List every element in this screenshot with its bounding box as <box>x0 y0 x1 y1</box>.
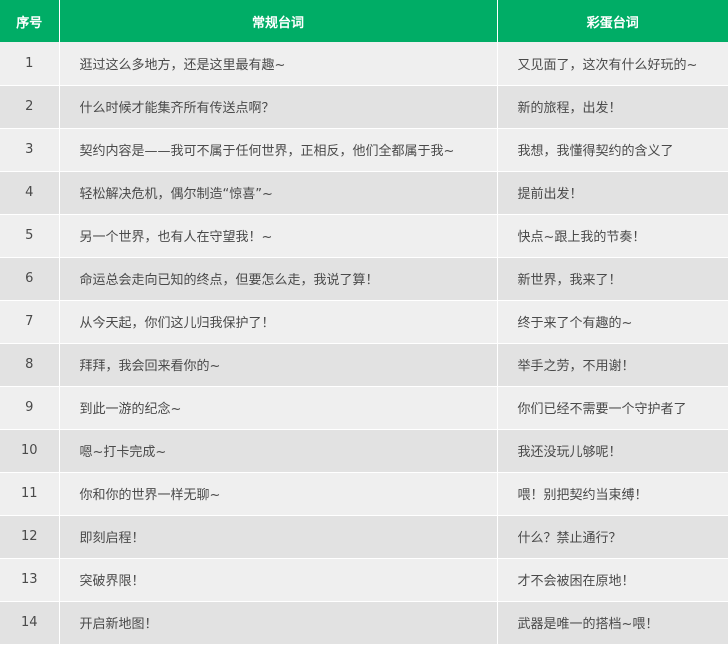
row-number: 10 <box>0 429 60 473</box>
easter-egg-line: 喂！别把契约当束缚！ <box>497 472 728 516</box>
table-body: 1 逛过这么多地方，还是这里最有趣~ 又见面了，这次有什么好玩的~ 2 什么时候才能集齐… <box>0 42 728 645</box>
row-number: 6 <box>0 257 60 301</box>
table-row: 14 开启新地图！ 武器是唯一的搭档~喂！ <box>0 601 728 645</box>
normal-line: 即刻启程！ <box>59 515 498 559</box>
normal-line: 你和你的世界一样无聊~ <box>59 472 498 516</box>
table-row: 4 轻松解决危机，偶尔制造“惊喜”~ 提前出发！ <box>0 171 728 215</box>
easter-egg-line: 终于来了个有趣的~ <box>497 300 728 344</box>
table-row: 11 你和你的世界一样无聊~ 喂！别把契约当束缚！ <box>0 472 728 516</box>
row-number: 1 <box>0 42 60 86</box>
header-row: 序号 常规台词 彩蛋台词 <box>0 0 728 42</box>
normal-line: 什么时候才能集齐所有传送点啊？ <box>59 85 498 129</box>
table-row: 5 另一个世界，也有人在守望我！~ 快点~跟上我的节奏！ <box>0 214 728 258</box>
easter-egg-line: 什么？禁止通行？ <box>497 515 728 559</box>
row-number: 9 <box>0 386 60 430</box>
header-normal-line: 常规台词 <box>59 0 498 42</box>
normal-line: 契约内容是——我可不属于任何世界，正相反，他们全都属于我~ <box>59 128 498 172</box>
easter-egg-line: 你们已经不需要一个守护者了 <box>497 386 728 430</box>
row-number: 7 <box>0 300 60 344</box>
row-number: 13 <box>0 558 60 602</box>
normal-line: 突破界限！ <box>59 558 498 602</box>
row-number: 5 <box>0 214 60 258</box>
table-row: 7 从今天起，你们这儿归我保护了！ 终于来了个有趣的~ <box>0 300 728 344</box>
easter-egg-line: 我想，我懂得契约的含义了 <box>497 128 728 172</box>
normal-line: 拜拜，我会回来看你的~ <box>59 343 498 387</box>
table-row: 8 拜拜，我会回来看你的~ 举手之劳，不用谢！ <box>0 343 728 387</box>
easter-egg-line: 新世界，我来了！ <box>497 257 728 301</box>
table-row: 13 突破界限！ 才不会被困在原地！ <box>0 558 728 602</box>
easter-egg-line: 快点~跟上我的节奏！ <box>497 214 728 258</box>
dialogue-table: 序号 常规台词 彩蛋台词 1 逛过这么多地方，还是这里最有趣~ 又见面了，这次有什么… <box>0 0 728 645</box>
easter-egg-line: 才不会被困在原地！ <box>497 558 728 602</box>
table-row: 2 什么时候才能集齐所有传送点啊？ 新的旅程，出发！ <box>0 85 728 129</box>
row-number: 4 <box>0 171 60 215</box>
table-header: 序号 常规台词 彩蛋台词 <box>0 0 728 42</box>
row-number: 3 <box>0 128 60 172</box>
table-row: 12 即刻启程！ 什么？禁止通行？ <box>0 515 728 559</box>
table-row: 10 嗯~打卡完成~ 我还没玩儿够呢！ <box>0 429 728 473</box>
easter-egg-line: 又见面了，这次有什么好玩的~ <box>497 42 728 86</box>
easter-egg-line: 新的旅程，出发！ <box>497 85 728 129</box>
header-easter-egg-line: 彩蛋台词 <box>497 0 728 42</box>
row-number: 8 <box>0 343 60 387</box>
row-number: 14 <box>0 601 60 645</box>
table-row: 3 契约内容是——我可不属于任何世界，正相反，他们全都属于我~ 我想，我懂得契约的含… <box>0 128 728 172</box>
row-number: 2 <box>0 85 60 129</box>
table-row: 1 逛过这么多地方，还是这里最有趣~ 又见面了，这次有什么好玩的~ <box>0 42 728 86</box>
normal-line: 轻松解决危机，偶尔制造“惊喜”~ <box>59 171 498 215</box>
easter-egg-line: 举手之劳，不用谢！ <box>497 343 728 387</box>
normal-line: 逛过这么多地方，还是这里最有趣~ <box>59 42 498 86</box>
table-row: 6 命运总会走向已知的终点，但要怎么走，我说了算！ 新世界，我来了！ <box>0 257 728 301</box>
normal-line: 命运总会走向已知的终点，但要怎么走，我说了算！ <box>59 257 498 301</box>
normal-line: 开启新地图！ <box>59 601 498 645</box>
normal-line: 到此一游的纪念~ <box>59 386 498 430</box>
easter-egg-line: 武器是唯一的搭档~喂！ <box>497 601 728 645</box>
easter-egg-line: 我还没玩儿够呢！ <box>497 429 728 473</box>
normal-line: 嗯~打卡完成~ <box>59 429 498 473</box>
table-row: 9 到此一游的纪念~ 你们已经不需要一个守护者了 <box>0 386 728 430</box>
normal-line: 另一个世界，也有人在守望我！~ <box>59 214 498 258</box>
row-number: 12 <box>0 515 60 559</box>
normal-line: 从今天起，你们这儿归我保护了！ <box>59 300 498 344</box>
row-number: 11 <box>0 472 60 516</box>
easter-egg-line: 提前出发！ <box>497 171 728 215</box>
header-number: 序号 <box>0 0 60 42</box>
